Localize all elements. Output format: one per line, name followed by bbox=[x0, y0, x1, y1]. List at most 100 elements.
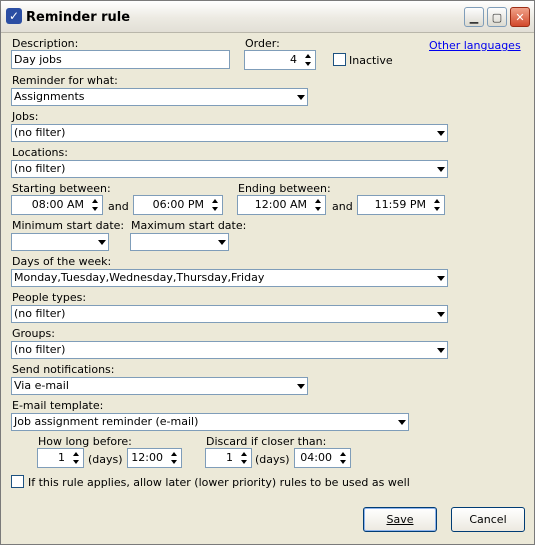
spin-up-icon[interactable] bbox=[168, 450, 180, 458]
app-check-icon: ✓ bbox=[6, 8, 22, 24]
jobs-select[interactable]: (no filter) bbox=[11, 124, 448, 142]
close-button[interactable]: ✕ bbox=[510, 7, 530, 27]
spin-down-icon[interactable] bbox=[238, 458, 250, 466]
maximize-button[interactable]: ▢ bbox=[487, 7, 507, 27]
discard-time-spin[interactable] bbox=[337, 450, 349, 466]
spin-down-icon[interactable] bbox=[312, 205, 324, 213]
how-long-time-spin[interactable] bbox=[168, 450, 180, 466]
days-of-week-select[interactable]: Monday,Tuesday,Wednesday,Thursday,Friday bbox=[11, 269, 448, 287]
dropdown-arrow-icon[interactable] bbox=[96, 236, 106, 248]
locations-value: (no filter) bbox=[14, 162, 66, 175]
groups-select[interactable]: (no filter) bbox=[11, 341, 448, 359]
reminder-rule-window: ✓ Reminder rule ▁ ▢ ✕ Description: Day j… bbox=[0, 0, 535, 545]
people-types-value: (no filter) bbox=[14, 307, 66, 320]
order-value: 4 bbox=[290, 53, 297, 66]
start-from-spin[interactable] bbox=[89, 197, 101, 213]
description-label: Description: bbox=[12, 37, 79, 50]
start-and-label: and bbox=[108, 200, 129, 213]
spin-down-icon[interactable] bbox=[209, 205, 221, 213]
days-of-week-value: Monday,Tuesday,Wednesday,Thursday,Friday bbox=[14, 271, 265, 284]
reminder-for-what-label: Reminder for what: bbox=[12, 74, 118, 87]
spin-up-icon[interactable] bbox=[302, 52, 314, 60]
discard-time-spinner[interactable]: 04:00 bbox=[294, 448, 351, 468]
allow-later-rules-checkbox[interactable] bbox=[11, 475, 24, 488]
dropdown-arrow-icon[interactable] bbox=[435, 272, 445, 284]
dropdown-arrow-icon[interactable] bbox=[216, 236, 226, 248]
min-start-date-picker[interactable] bbox=[11, 233, 109, 251]
spin-down-icon[interactable] bbox=[168, 458, 180, 466]
how-long-days-spin[interactable] bbox=[70, 450, 82, 466]
spin-down-icon[interactable] bbox=[70, 458, 82, 466]
dialog-body: Description: Day jobs Order: 4 Inactive … bbox=[4, 33, 531, 541]
spin-up-icon[interactable] bbox=[337, 450, 349, 458]
spin-up-icon[interactable] bbox=[70, 450, 82, 458]
spin-up-icon[interactable] bbox=[209, 197, 221, 205]
end-from-value: 12:00 AM bbox=[254, 198, 307, 211]
reminder-for-what-select[interactable]: Assignments bbox=[11, 88, 308, 106]
dropdown-arrow-icon[interactable] bbox=[396, 416, 406, 428]
end-from-time[interactable]: 12:00 AM bbox=[237, 195, 326, 215]
other-languages-link[interactable]: Other languages bbox=[429, 39, 521, 52]
locations-label: Locations: bbox=[12, 146, 68, 159]
dropdown-arrow-icon[interactable] bbox=[435, 344, 445, 356]
spin-down-icon[interactable] bbox=[89, 205, 101, 213]
spin-down-icon[interactable] bbox=[431, 205, 443, 213]
email-template-select[interactable]: Job assignment reminder (e-mail) bbox=[11, 413, 409, 431]
start-from-time[interactable]: 08:00 AM bbox=[11, 195, 103, 215]
how-long-days-spinner[interactable]: 1 bbox=[37, 448, 84, 468]
discard-time-value: 04:00 bbox=[300, 451, 332, 464]
order-spin-buttons[interactable] bbox=[302, 52, 314, 68]
spin-up-icon[interactable] bbox=[312, 197, 324, 205]
spin-up-icon[interactable] bbox=[89, 197, 101, 205]
cancel-button[interactable]: Cancel bbox=[451, 507, 525, 532]
order-spinner[interactable]: 4 bbox=[244, 50, 316, 70]
send-notifications-select[interactable]: Via e-mail bbox=[11, 377, 308, 395]
inactive-checkbox[interactable] bbox=[333, 53, 346, 66]
end-to-value: 11:59 PM bbox=[374, 198, 426, 211]
days-of-week-label: Days of the week: bbox=[12, 255, 112, 268]
discard-days-value: 1 bbox=[226, 451, 233, 464]
discard-days-spin[interactable] bbox=[238, 450, 250, 466]
start-to-spin[interactable] bbox=[209, 197, 221, 213]
how-long-time-value: 12:00 bbox=[131, 451, 163, 464]
dropdown-arrow-icon[interactable] bbox=[295, 380, 305, 392]
spin-down-icon[interactable] bbox=[302, 60, 314, 68]
how-long-days-value: 1 bbox=[58, 451, 65, 464]
dropdown-arrow-icon[interactable] bbox=[435, 308, 445, 320]
jobs-label: Jobs: bbox=[12, 110, 39, 123]
groups-label: Groups: bbox=[12, 327, 55, 340]
dropdown-arrow-icon[interactable] bbox=[435, 127, 445, 139]
description-input[interactable]: Day jobs bbox=[11, 50, 230, 69]
start-to-value: 06:00 PM bbox=[152, 198, 204, 211]
discard-if-closer-label: Discard if closer than: bbox=[206, 435, 327, 448]
end-from-spin[interactable] bbox=[312, 197, 324, 213]
max-start-date-picker[interactable] bbox=[130, 233, 229, 251]
how-long-time-spinner[interactable]: 12:00 bbox=[127, 448, 182, 468]
window-title: Reminder rule bbox=[26, 10, 131, 25]
people-types-select[interactable]: (no filter) bbox=[11, 305, 448, 323]
save-button[interactable]: Save bbox=[363, 507, 437, 532]
minimize-button[interactable]: ▁ bbox=[464, 7, 484, 27]
discard-days-unit: (days) bbox=[255, 453, 290, 466]
start-to-time[interactable]: 06:00 PM bbox=[133, 195, 223, 215]
dropdown-arrow-icon[interactable] bbox=[295, 91, 305, 103]
cancel-button-label: Cancel bbox=[469, 513, 507, 526]
allow-later-rules-label: If this rule applies, allow later (lower… bbox=[28, 476, 410, 489]
order-label: Order: bbox=[245, 37, 280, 50]
dropdown-arrow-icon[interactable] bbox=[435, 163, 445, 175]
discard-days-spinner[interactable]: 1 bbox=[205, 448, 252, 468]
end-to-time[interactable]: 11:59 PM bbox=[357, 195, 445, 215]
start-from-value: 08:00 AM bbox=[31, 198, 84, 211]
spin-up-icon[interactable] bbox=[431, 197, 443, 205]
spin-up-icon[interactable] bbox=[238, 450, 250, 458]
starting-between-label: Starting between: bbox=[12, 182, 111, 195]
end-to-spin[interactable] bbox=[431, 197, 443, 213]
send-notifications-label: Send notifications: bbox=[12, 363, 115, 376]
save-button-label: Save bbox=[386, 513, 414, 526]
email-template-value: Job assignment reminder (e-mail) bbox=[14, 415, 199, 428]
end-and-label: and bbox=[332, 200, 353, 213]
reminder-for-what-value: Assignments bbox=[14, 90, 85, 103]
spin-down-icon[interactable] bbox=[337, 458, 349, 466]
locations-select[interactable]: (no filter) bbox=[11, 160, 448, 178]
how-long-before-label: How long before: bbox=[38, 435, 132, 448]
